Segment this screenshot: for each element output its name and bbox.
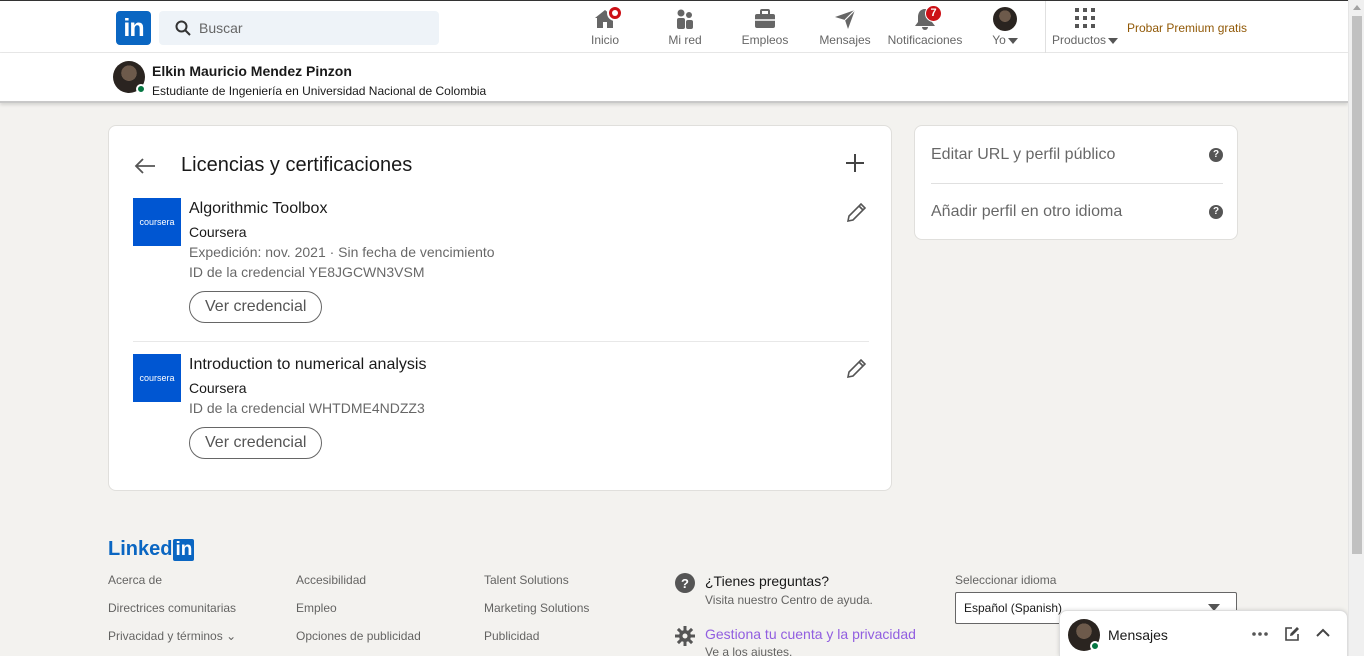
help-center-subtitle: Visita nuestro Centro de ayuda. [705, 593, 873, 607]
nav-jobs-label: Empleos [741, 33, 789, 47]
help-icon[interactable]: ? [1209, 148, 1223, 162]
footer-link[interactable]: Talent Solutions [484, 573, 569, 587]
nav-network-label: Mi red [668, 33, 702, 47]
question-icon: ? [675, 573, 695, 593]
chevron-down-icon [1108, 37, 1119, 44]
footer-linkedin-logo[interactable]: Linked in [108, 538, 195, 561]
profile-subheader: Elkin Mauricio Mendez Pinzon Estudiante … [0, 53, 1348, 103]
notification-dot [607, 5, 623, 21]
svg-text:?: ? [681, 576, 689, 591]
coursera-logo[interactable]: coursera [133, 198, 181, 246]
divider [133, 341, 869, 342]
nav-me[interactable]: Yo [985, 1, 1025, 54]
back-arrow-icon[interactable] [133, 154, 157, 178]
help-icon[interactable]: ? [1209, 205, 1223, 219]
nav-messaging-label: Mensajes [819, 33, 871, 47]
profile-name: Elkin Mauricio Mendez Pinzon [152, 63, 352, 79]
add-icon[interactable] [844, 152, 866, 174]
footer-link[interactable]: Marketing Solutions [484, 601, 589, 615]
footer-link[interactable]: Empleo [296, 601, 337, 615]
footer-link[interactable]: Opciones de publicidad [296, 629, 421, 643]
help-center-title[interactable]: ¿Tienes preguntas? [705, 573, 829, 589]
cert-org: Coursera [189, 224, 247, 240]
footer-link[interactable]: Acerca de [108, 573, 162, 587]
view-credential-button[interactable]: Ver credencial [189, 291, 323, 323]
gear-icon [675, 626, 695, 646]
section-title: Licencias y certificaciones [181, 154, 413, 176]
cert-org: Coursera [189, 380, 247, 396]
cert-credential-id: ID de la credencial WHTDME4NDZZ3 [189, 400, 425, 416]
cert-item: coursera Algorithmic Toolbox Coursera Ex… [133, 198, 869, 328]
manage-account-subtitle: Ve a los ajustes. [705, 645, 793, 656]
messaging-bar[interactable]: Mensajes [1059, 610, 1348, 656]
nav-messaging[interactable]: Mensajes [818, 1, 872, 54]
coursera-logo[interactable]: coursera [133, 354, 181, 402]
scrollbar-thumb[interactable] [1352, 16, 1362, 554]
nav-jobs[interactable]: Empleos [740, 1, 790, 54]
online-status-dot [136, 84, 146, 94]
footer-link[interactable]: Accesibilidad [296, 573, 366, 587]
edit-pencil-icon[interactable] [845, 358, 867, 380]
chevron-down-icon: ⌄ [226, 629, 237, 643]
edit-pencil-icon[interactable] [845, 202, 867, 224]
language-select-value: Español (Spanish) [964, 601, 1063, 615]
cert-item: coursera Introduction to numerical analy… [133, 354, 869, 464]
more-options-icon[interactable] [1252, 631, 1268, 637]
search-icon [175, 20, 191, 36]
linkedin-logo[interactable]: in [116, 11, 151, 45]
online-status-dot [1090, 641, 1100, 651]
cert-credential-id: ID de la credencial YE8JGCWN3VSM [189, 264, 425, 280]
grid-icon [1072, 7, 1098, 31]
cert-name[interactable]: Algorithmic Toolbox [189, 200, 327, 218]
nav-notifications[interactable]: 7 Notificaciones [885, 1, 965, 54]
add-language-profile-label: Añadir perfil en otro idioma [931, 203, 1123, 220]
messaging-title: Mensajes [1108, 627, 1168, 643]
notifications-badge: 7 [925, 5, 942, 22]
language-label: Seleccionar idioma [955, 573, 1057, 587]
avatar [993, 7, 1017, 31]
chevron-up-icon[interactable] [1316, 628, 1330, 638]
me-avatar [993, 7, 1017, 31]
profile-headline: Estudiante de Ingeniería en Universidad … [152, 84, 487, 98]
search-input[interactable] [199, 11, 429, 45]
chevron-down-icon [1007, 37, 1018, 44]
manage-account-link[interactable]: Gestiona tu cuenta y la privacidad [705, 626, 916, 642]
bell-icon: 7 [912, 5, 942, 31]
footer-logo-text: Linked [108, 538, 173, 560]
scrollbar[interactable] [1348, 0, 1364, 656]
compose-icon[interactable] [1284, 626, 1300, 642]
top-navbar: in Inicio Mi red Empleos Mensajes 7 [0, 0, 1348, 54]
home-icon [592, 5, 623, 31]
profile-settings-card: Editar URL y perfil público ? Añadir per… [914, 125, 1238, 240]
footer-link-privacy[interactable]: Privacidad y términos ⌄ [108, 629, 236, 643]
footer-link[interactable]: Directrices comunitarias [108, 601, 236, 615]
edit-public-profile-link[interactable]: Editar URL y perfil público ? [931, 146, 1223, 164]
footer-logo-in: in [173, 539, 195, 561]
footer-link-label: Privacidad y términos [108, 629, 223, 643]
nav-home-label: Inicio [590, 33, 619, 47]
cert-name[interactable]: Introduction to numerical analysis [189, 356, 426, 374]
scroll-up-arrow-icon[interactable] [1353, 5, 1361, 10]
briefcase-icon [752, 7, 778, 31]
premium-link[interactable]: Probar Premium gratis [1127, 21, 1247, 35]
licenses-card: Licencias y certificaciones coursera Alg… [108, 125, 892, 491]
nav-me-label: Yo [992, 33, 1006, 47]
nav-divider [1045, 1, 1046, 54]
nav-network[interactable]: Mi red [664, 1, 706, 54]
add-language-profile-link[interactable]: Añadir perfil en otro idioma ? [931, 203, 1223, 221]
nav-notifications-label: Notificaciones [887, 33, 963, 47]
edit-public-profile-label: Editar URL y perfil público [931, 146, 1116, 163]
nav-home[interactable]: Inicio [585, 1, 625, 54]
nav-products-label: Productos [1051, 33, 1107, 47]
divider [931, 183, 1223, 184]
footer-link[interactable]: Publicidad [484, 629, 539, 643]
view-credential-button[interactable]: Ver credencial [189, 427, 323, 459]
search-box[interactable] [159, 11, 439, 45]
cert-issued: Expedición: nov. 2021 · Sin fecha de ven… [189, 244, 495, 260]
nav-products[interactable]: Productos [1050, 1, 1120, 54]
send-icon [832, 7, 858, 31]
network-icon [672, 7, 698, 31]
